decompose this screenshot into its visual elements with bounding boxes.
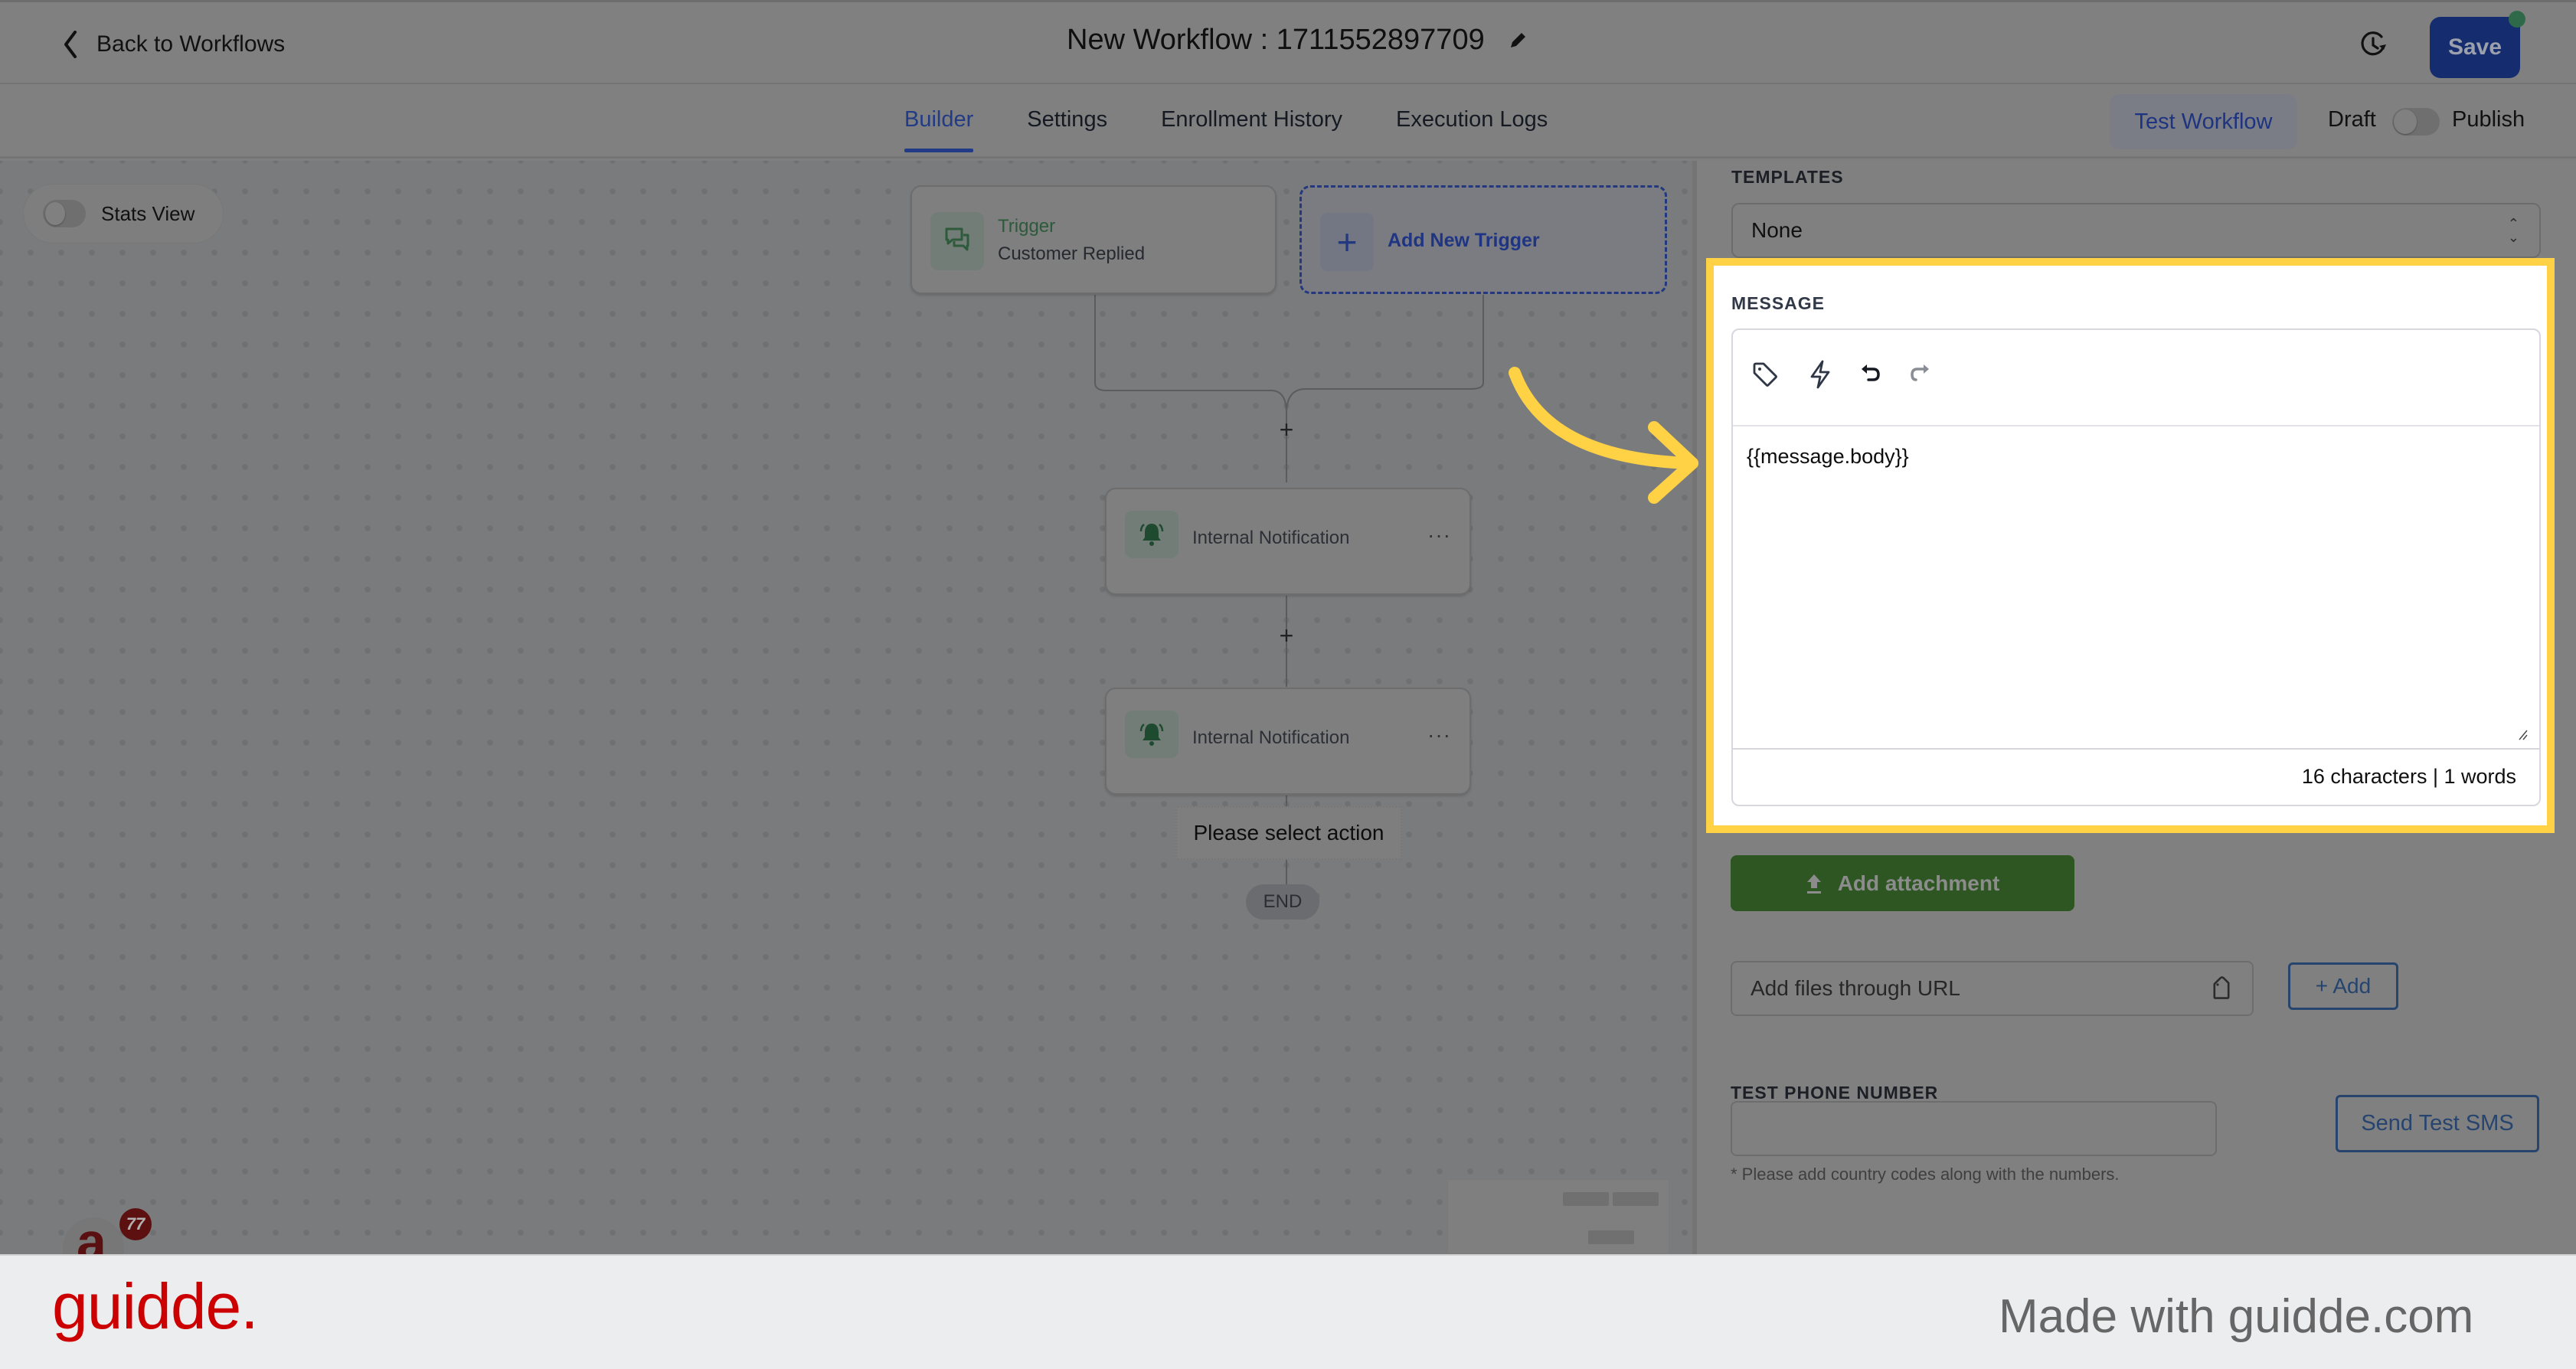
plus-icon: + (1320, 213, 1374, 271)
minimap-node (1613, 1192, 1659, 1206)
templates-selected-value: None (1751, 218, 1803, 242)
draft-label: Draft (2328, 107, 2376, 132)
lightning-icon[interactable] (1803, 358, 1837, 391)
notification-count-badge: 77 (119, 1208, 152, 1240)
unsaved-indicator-dot (2509, 11, 2525, 28)
add-step-button[interactable]: + (1275, 622, 1298, 650)
tab-enrollment-history[interactable]: Enrollment History (1161, 107, 1342, 152)
trigger-subtitle: Customer Replied (998, 243, 1146, 264)
publish-label: Publish (2452, 107, 2525, 132)
add-step-button[interactable]: + (1275, 416, 1298, 444)
test-phone-number-input[interactable] (1731, 1101, 2217, 1156)
tab-builder[interactable]: Builder (904, 107, 974, 152)
tab-execution-logs[interactable]: Execution Logs (1396, 107, 1548, 152)
test-workflow-button[interactable]: Test Workflow (2110, 94, 2297, 149)
trigger-node[interactable]: Trigger Customer Replied (910, 185, 1277, 294)
guidde-footer: guidde. Made with guidde.com (0, 1254, 2576, 1369)
workflow-title-text: New Workflow : 1711552897709 (1067, 24, 1485, 56)
made-with-guidde-text: Made with guidde.com (1999, 1290, 2474, 1343)
chevron-left-icon (64, 31, 77, 58)
stats-view-control: Stats View (23, 184, 224, 243)
save-button[interactable]: Save (2430, 17, 2520, 78)
tab-settings[interactable]: Settings (1027, 107, 1107, 152)
select-chevron-icon: ⌃ ⌄ (2507, 216, 2519, 245)
bell-icon (1125, 511, 1178, 558)
upload-icon (1806, 874, 1821, 894)
message-editor: {{message.body}} 16 characters | 1 words (1731, 328, 2541, 806)
tag-icon[interactable] (2208, 976, 2235, 1004)
action-node-internal-notification[interactable]: Internal Notification ··· (1105, 688, 1471, 795)
tag-icon[interactable] (1748, 358, 1782, 391)
history-icon[interactable] (2359, 29, 2389, 60)
undo-icon[interactable] (1854, 358, 1888, 391)
message-textarea[interactable]: {{message.body}} (1747, 445, 1909, 469)
character-word-count: 16 characters | 1 words (2301, 765, 2516, 788)
add-attachment-button[interactable]: Add attachment (1731, 855, 2074, 911)
minimap-node (1563, 1192, 1609, 1206)
message-label: MESSAGE (1731, 293, 1826, 313)
redo-icon[interactable] (1903, 358, 1937, 391)
resize-handle-icon[interactable] (2518, 728, 2529, 740)
send-test-sms-button[interactable]: Send Test SMS (2336, 1095, 2539, 1152)
trigger-title: Trigger (998, 216, 1056, 237)
templates-label: TEMPLATES (1731, 167, 1844, 187)
action-label: Internal Notification (1192, 528, 1350, 548)
character-counter-row: 16 characters | 1 words (1733, 748, 2539, 806)
test-phone-number-label: TEST PHONE NUMBER (1731, 1083, 1939, 1103)
workflow-canvas[interactable]: Stats View Trigger Customer Replied + Ad… (0, 161, 1692, 1263)
add-new-trigger-label: Add New Trigger (1388, 230, 1540, 251)
workflow-title: New Workflow : 1711552897709 (1067, 24, 1528, 57)
more-options-icon[interactable]: ··· (1427, 723, 1451, 747)
minimap-node (1588, 1230, 1634, 1244)
action-label: Internal Notification (1192, 727, 1350, 748)
url-input-placeholder: Add files through URL (1751, 976, 1960, 1000)
pencil-icon[interactable] (1508, 31, 1528, 51)
add-new-trigger-node[interactable]: + Add New Trigger (1299, 185, 1667, 294)
annotation-arrow-icon (1509, 367, 1698, 504)
guidde-logo: guidde. (52, 1270, 259, 1342)
more-options-icon[interactable]: ··· (1427, 523, 1451, 547)
select-action-placeholder[interactable]: Please select action (1175, 806, 1402, 860)
phone-note: * Please add country codes along with th… (1731, 1165, 2120, 1184)
action-node-internal-notification[interactable]: Internal Notification ··· (1105, 488, 1471, 595)
back-label: Back to Workflows (96, 31, 286, 57)
stats-view-label: Stats View (101, 201, 195, 225)
top-header: Back to Workflows New Workflow : 1711552… (0, 0, 2576, 84)
workflow-tabs: Builder Settings Enrollment History Exec… (904, 107, 1548, 152)
add-url-button[interactable]: + Add (2288, 962, 2398, 1010)
editor-toolbar (1733, 330, 2539, 426)
add-files-url-input[interactable]: Add files through URL (1731, 961, 2254, 1016)
minimap[interactable] (1447, 1179, 1669, 1254)
back-to-workflows-link[interactable]: Back to Workflows (61, 25, 285, 64)
end-node: END (1246, 884, 1319, 920)
chat-bubbles-icon (930, 212, 984, 270)
stats-view-toggle[interactable] (43, 200, 86, 227)
add-attachment-label: Add attachment (1837, 871, 2000, 895)
publish-toggle[interactable] (2392, 108, 2440, 136)
tabs-bar: Builder Settings Enrollment History Exec… (0, 84, 2576, 158)
bell-icon (1125, 711, 1178, 758)
templates-select[interactable]: None ⌃ ⌄ (1731, 203, 2541, 258)
